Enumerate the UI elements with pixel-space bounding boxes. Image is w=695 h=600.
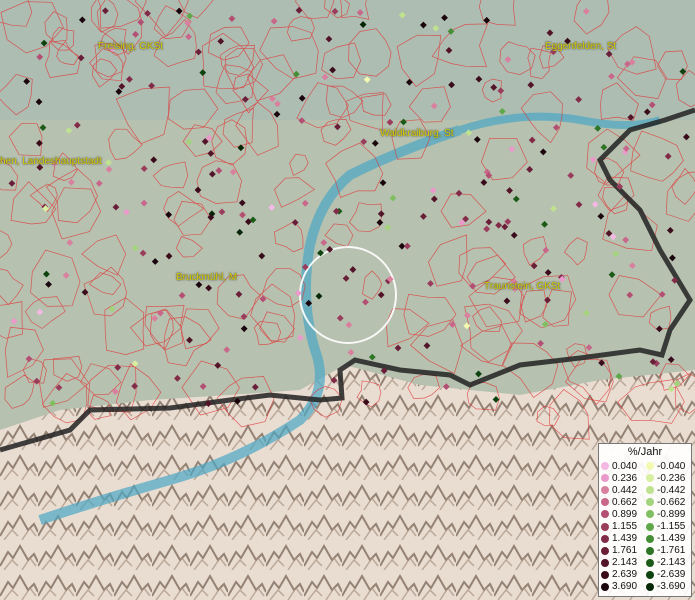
legend-swatch-icon (646, 510, 654, 519)
positive-legend-item: 2.143 (601, 557, 646, 569)
legend-label: -0.040 (657, 460, 686, 472)
positive-legend-item: 0.442 (601, 484, 646, 496)
legend-swatch-icon (601, 498, 609, 507)
legend-label: -0.899 (657, 508, 686, 520)
map-canvas[interactable] (0, 0, 695, 600)
legend-label: -2.639 (657, 569, 686, 581)
place-label-freising: Freising, GKSt (98, 41, 164, 52)
place-label-bruckmuehl: Bruckmühl, M (176, 272, 238, 283)
place-label-waldkraiburg: Waldkraiburg, St (380, 128, 454, 139)
legend-label: 1.155 (612, 521, 638, 533)
legend-swatch-icon (646, 534, 654, 543)
legend-label: -1.761 (657, 545, 686, 557)
positive-legend-item: 1.155 (601, 520, 646, 532)
legend-swatch-icon (646, 582, 654, 591)
legend-positive-column: 0.040 0.236 0.442 0.662 0.899 1.155 1.439 1.761… (601, 460, 646, 593)
negative-legend-item: -3.690 (646, 581, 691, 593)
legend-swatch-icon (646, 546, 654, 555)
legend-swatch-icon (646, 558, 654, 567)
negative-legend-item: -0.040 (646, 460, 691, 472)
legend-label: 0.236 (612, 472, 638, 484)
legend-label: 0.899 (612, 508, 638, 520)
legend-swatch-icon (601, 462, 609, 471)
legend-label: 0.442 (612, 484, 638, 496)
legend-swatch-icon (646, 570, 654, 579)
legend: %/Jahr 0.040 0.236 0.442 0.662 0.899 1.155 1.4… (598, 443, 692, 597)
legend-label: -3.690 (657, 581, 686, 593)
legend-swatch-icon (601, 558, 609, 567)
negative-legend-item: -2.143 (646, 557, 691, 569)
positive-legend-item: 2.639 (601, 569, 646, 581)
place-label-traunstein: Traunstein, GKSt (484, 281, 561, 292)
legend-label: -1.439 (657, 533, 686, 545)
legend-label: -0.236 (657, 472, 686, 484)
legend-label: -1.155 (657, 521, 686, 533)
place-label-muenchen: hen, Landeshauptstadt (0, 156, 102, 167)
negative-legend-item: -0.442 (646, 484, 691, 496)
positive-legend-item: 0.236 (601, 472, 646, 484)
legend-swatch-icon (601, 534, 609, 543)
legend-swatch-icon (601, 582, 609, 591)
legend-label: 0.662 (612, 496, 638, 508)
negative-legend-item: -1.439 (646, 533, 691, 545)
legend-swatch-icon (601, 522, 609, 531)
legend-swatch-icon (601, 486, 609, 495)
legend-label: -2.143 (657, 557, 686, 569)
positive-legend-item: 1.439 (601, 533, 646, 545)
positive-legend-item: 1.761 (601, 545, 646, 557)
legend-label: 2.639 (612, 569, 638, 581)
legend-label: 1.439 (612, 533, 638, 545)
negative-legend-item: -0.236 (646, 472, 691, 484)
positive-legend-item: 0.040 (601, 460, 646, 472)
legend-swatch-icon (646, 522, 654, 531)
negative-legend-item: -2.639 (646, 569, 691, 581)
legend-swatch-icon (646, 474, 654, 483)
legend-swatch-icon (601, 474, 609, 483)
legend-label: 0.040 (612, 460, 638, 472)
negative-legend-item: -1.761 (646, 545, 691, 557)
negative-legend-item: -1.155 (646, 520, 691, 532)
legend-label: 1.761 (612, 545, 638, 557)
legend-swatch-icon (646, 498, 654, 507)
negative-legend-item: -0.662 (646, 496, 691, 508)
legend-label: 3.690 (612, 581, 638, 593)
positive-legend-item: 0.899 (601, 508, 646, 520)
legend-swatch-icon (646, 462, 654, 471)
legend-swatch-icon (601, 546, 609, 555)
positive-legend-item: 3.690 (601, 581, 646, 593)
legend-title: %/Jahr (627, 446, 663, 458)
legend-label: -0.442 (657, 484, 686, 496)
positive-legend-item: 0.662 (601, 496, 646, 508)
place-label-eggenfelden: Eggenfelden, St (545, 41, 617, 52)
legend-label: -0.662 (657, 496, 686, 508)
legend-swatch-icon (601, 510, 609, 519)
legend-swatch-icon (646, 486, 654, 495)
legend-negative-column: -0.040 -0.236 -0.442 -0.662 -0.899 -1.155 -1.4… (646, 460, 691, 593)
negative-legend-item: -0.899 (646, 508, 691, 520)
legend-label: 2.143 (612, 557, 638, 569)
legend-swatch-icon (601, 570, 609, 579)
